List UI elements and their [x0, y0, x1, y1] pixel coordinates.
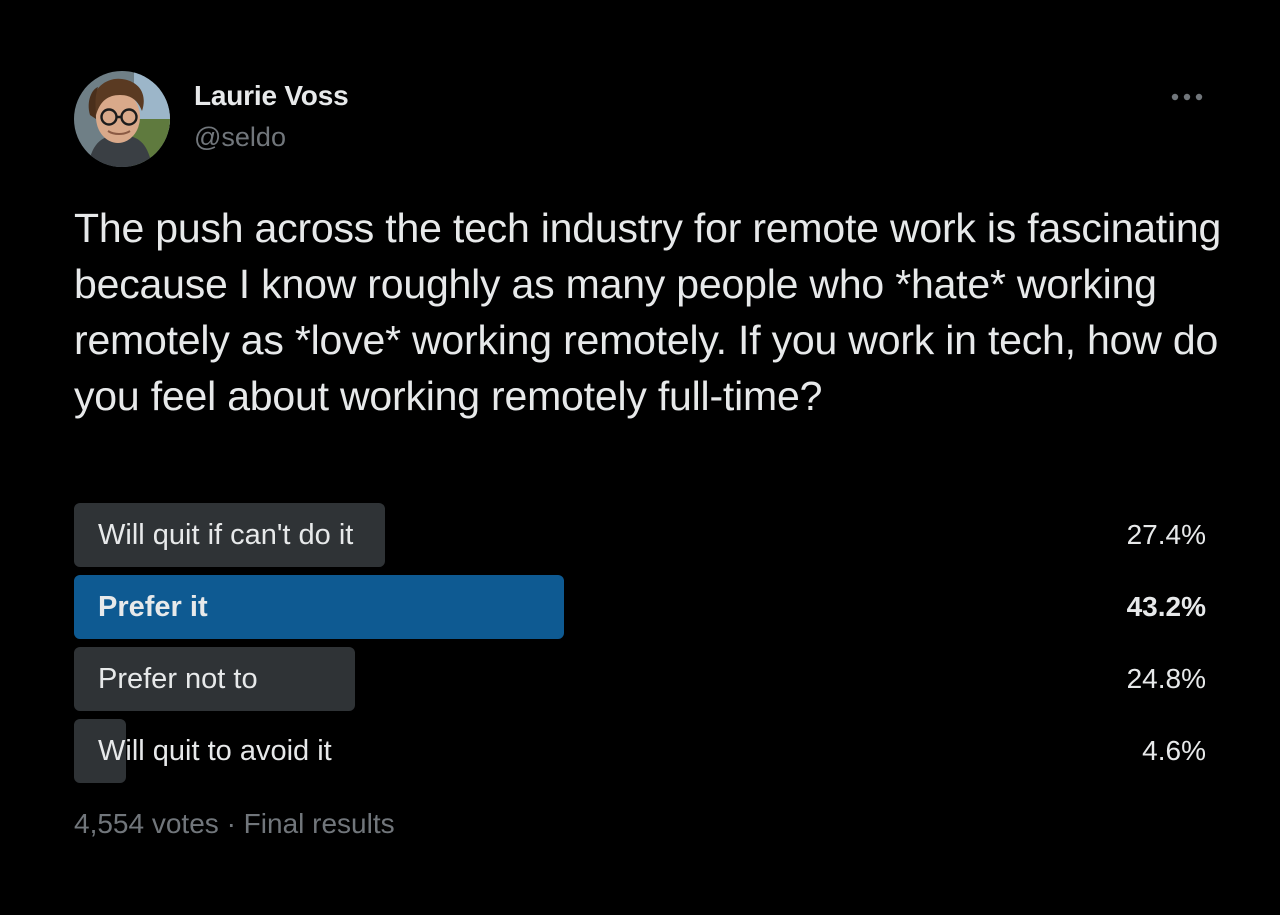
ellipsis-horizontal-icon — [1171, 93, 1203, 101]
poll-option-label: Will quit to avoid it — [98, 735, 332, 767]
author-name[interactable]: Laurie Voss — [194, 80, 349, 112]
poll-option: Prefer it 43.2% — [74, 575, 1208, 639]
poll-option-percent: 24.8% — [1126, 663, 1206, 694]
poll-option: Will quit to avoid it 4.6% — [74, 719, 1208, 783]
poll: Will quit if can't do it 27.4% Prefer it… — [74, 503, 1208, 791]
poll-option-percent: 43.2% — [1126, 591, 1206, 622]
more-options-button[interactable] — [1164, 80, 1210, 114]
poll-option-percent: 27.4% — [1126, 519, 1206, 550]
tweet-text: The push across the tech industry for re… — [74, 205, 1233, 419]
author-handle[interactable]: @seldo — [194, 122, 286, 153]
poll-footer: 4,554 votes · Final results — [74, 808, 395, 840]
tweet-card: Laurie Voss @seldo The push across the t… — [0, 0, 1280, 915]
profile-photo-icon — [74, 71, 170, 167]
poll-option-label: Prefer not to — [98, 663, 258, 695]
poll-option-percent: 4.6% — [1142, 735, 1206, 766]
poll-footer-separator: · — [226, 808, 236, 839]
poll-status: Final results — [243, 808, 395, 839]
poll-option: Prefer not to 24.8% — [74, 647, 1208, 711]
poll-vote-count[interactable]: 4,554 votes — [74, 808, 219, 839]
poll-option-label: Prefer it — [98, 591, 208, 623]
avatar[interactable] — [74, 71, 170, 167]
poll-option-label: Will quit if can't do it — [98, 519, 354, 551]
poll-option: Will quit if can't do it 27.4% — [74, 503, 1208, 567]
